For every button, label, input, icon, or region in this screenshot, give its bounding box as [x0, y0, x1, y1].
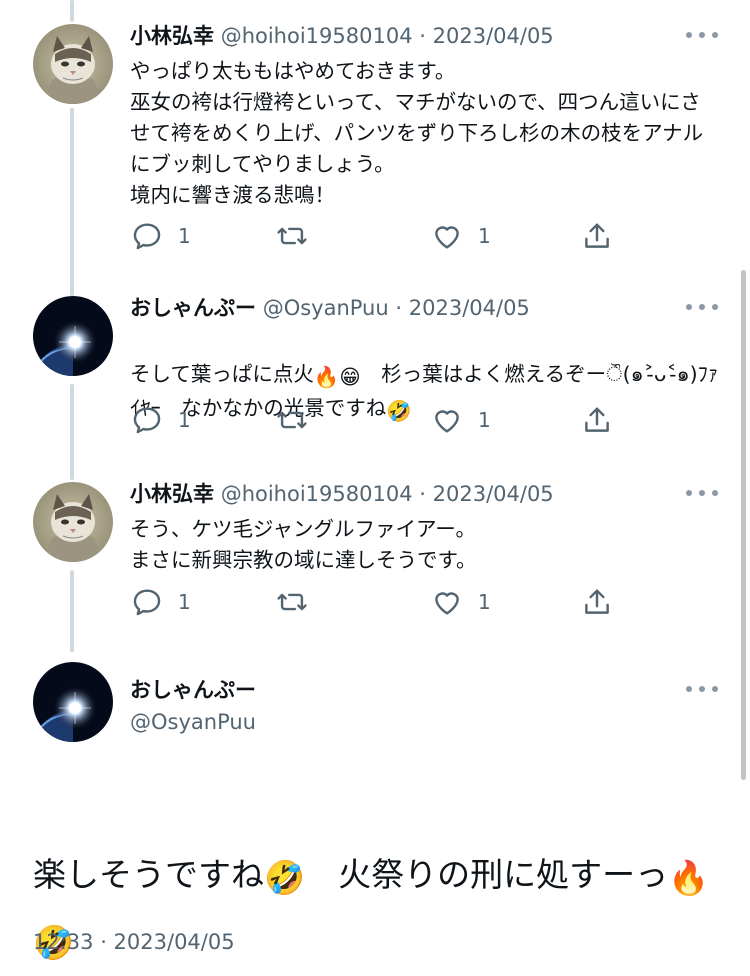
tweet-actions: 1 1: [130, 582, 630, 622]
like-button[interactable]: 1: [430, 582, 491, 622]
like-icon: [435, 592, 459, 615]
reply-icon: [133, 407, 161, 434]
reply-tweet[interactable]: 小林弘幸 @hoihoi19580104 · 2023/04/05 そう、ケツ毛…: [0, 476, 750, 636]
more-icon[interactable]: [686, 304, 718, 312]
tweet-text: やっぱり太ももはやめておきます。 巫女の袴は行燈袴といって、マチがないので、四つ…: [130, 59, 704, 207]
retweet-button[interactable]: [275, 216, 309, 256]
tweet-header: おしゃんぷー @OsyanPuu · 2023/04/05: [130, 290, 710, 326]
more-icon[interactable]: [686, 686, 718, 694]
main-tweet: おしゃんぷー @OsyanPuu: [0, 656, 750, 756]
share-button[interactable]: [580, 216, 614, 256]
retweet-button[interactable]: [275, 400, 309, 440]
separator: ·: [395, 296, 403, 320]
share-icon: [585, 407, 609, 432]
user-handle[interactable]: @hoihoi19580104: [221, 482, 413, 506]
tweet-header: 小林弘幸 @hoihoi19580104 · 2023/04/05: [130, 476, 710, 512]
like-count: 1: [478, 408, 491, 432]
user-handle[interactable]: @OsyanPuu: [130, 706, 256, 738]
reply-icon: [133, 589, 161, 616]
reply-tweet[interactable]: 小林弘幸 @hoihoi19580104 · 2023/04/05 やっぱり太も…: [0, 18, 750, 268]
tweet-timestamp[interactable]: 12:33 · 2023/04/05: [33, 930, 235, 954]
display-name[interactable]: 小林弘幸: [130, 482, 214, 506]
tweet-text-part: 楽しそうですね: [33, 855, 264, 894]
tweet-text: そう、ケツ毛ジャングルファイアー。 まさに新興宗教の域に達しそうです。: [130, 517, 477, 572]
eclipse-avatar-icon: [33, 296, 113, 376]
tweet-header: 小林弘幸 @hoihoi19580104 · 2023/04/05: [130, 18, 710, 54]
share-button[interactable]: [580, 582, 614, 622]
user-handle[interactable]: @hoihoi19580104: [221, 24, 413, 48]
tweet-actions: 1 1: [130, 400, 630, 440]
display-name[interactable]: 小林弘幸: [130, 24, 214, 48]
tweet-text-part: 火祭りの刑に処すーっ: [305, 855, 669, 894]
retweet-icon: [277, 227, 307, 245]
reply-icon: [133, 223, 161, 250]
reply-button[interactable]: 1: [130, 582, 191, 622]
tweet-actions: 1 1: [130, 216, 630, 256]
reply-count: 1: [178, 590, 191, 614]
avatar[interactable]: [33, 482, 113, 562]
retweet-button[interactable]: [275, 582, 309, 622]
like-button[interactable]: 1: [430, 400, 491, 440]
display-name[interactable]: おしゃんぷー: [130, 296, 256, 320]
like-icon: [435, 226, 459, 249]
more-icon[interactable]: [686, 490, 718, 498]
reply-button[interactable]: 1: [130, 400, 191, 440]
separator: ·: [419, 482, 426, 506]
share-icon: [585, 223, 609, 248]
display-name[interactable]: おしゃんぷー: [130, 674, 256, 706]
rofl-emoji: 🤣: [264, 858, 306, 897]
avatar[interactable]: [33, 662, 113, 742]
reply-count: 1: [178, 408, 191, 432]
tweet-date[interactable]: 2023/04/05: [433, 24, 554, 48]
retweet-icon: [277, 593, 307, 611]
separator: ·: [419, 24, 426, 48]
share-icon: [585, 589, 609, 614]
cat-avatar-icon: [33, 24, 113, 104]
tweet-text-part: そして葉っぱに点火: [130, 362, 314, 386]
scrollbar[interactable]: [741, 270, 746, 780]
grin-emoji: 😁: [339, 365, 361, 389]
avatar[interactable]: [33, 296, 113, 376]
cat-avatar-icon: [33, 482, 113, 562]
like-count: 1: [478, 224, 491, 248]
fire-emoji: 🔥: [313, 365, 340, 389]
reply-tweet[interactable]: おしゃんぷー @OsyanPuu · 2023/04/05 そして葉っぱに点火🔥…: [0, 290, 750, 450]
retweet-icon: [277, 411, 307, 429]
reply-count: 1: [178, 224, 191, 248]
tweet-date[interactable]: 2023/04/05: [409, 296, 530, 320]
avatar[interactable]: [33, 24, 113, 104]
reply-button[interactable]: 1: [130, 216, 191, 256]
tweet-date[interactable]: 2023/04/05: [433, 482, 554, 506]
like-button[interactable]: 1: [430, 216, 491, 256]
user-handle[interactable]: @OsyanPuu: [263, 296, 389, 320]
share-button[interactable]: [580, 400, 614, 440]
fire-emoji: 🔥: [668, 858, 710, 897]
eclipse-avatar-icon: [33, 662, 113, 742]
like-icon: [435, 410, 459, 433]
like-count: 1: [478, 590, 491, 614]
more-icon[interactable]: [686, 32, 718, 40]
